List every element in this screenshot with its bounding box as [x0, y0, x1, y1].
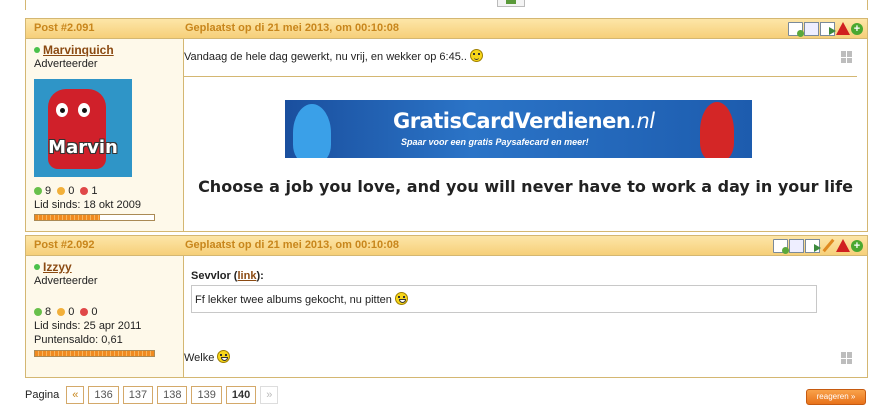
- current-page: 140: [225, 385, 257, 404]
- reputation: 8 0 0: [34, 306, 98, 318]
- smiley-icon: [217, 350, 231, 363]
- signature-banner[interactable]: GratisCardVerdienen.nl Spaar voor een gr…: [285, 100, 752, 158]
- banner-title-main: GratisCardVerdienen: [393, 109, 631, 133]
- author-name-text[interactable]: Marvinquich: [43, 43, 114, 57]
- author-role: Adverteerder: [34, 58, 98, 70]
- multiquote-icon[interactable]: [789, 238, 804, 253]
- windows-icon: [841, 352, 853, 364]
- activity-bar-fill: [35, 215, 101, 220]
- author-sidebar: Marvinquich Adverteerder Marvin 9 0 1 Li…: [26, 39, 184, 231]
- previous-post-bottom: [25, 0, 868, 10]
- online-status-icon: [34, 264, 40, 270]
- pagination: Pagina « 136 137 138 139 140 »: [25, 385, 282, 404]
- banner-title: GratisCardVerdienen.nl: [393, 109, 655, 133]
- author-sidebar: Izzyy Adverteerder 8 0 0 Lid sinds: 25 a…: [26, 256, 184, 377]
- author-name[interactable]: Izzyy: [34, 260, 72, 274]
- quote-text: Ff lekker twee albums gekocht, nu pitten: [195, 294, 392, 306]
- post-number[interactable]: Post #2.091: [34, 19, 95, 38]
- report-warning-icon[interactable]: [836, 239, 850, 252]
- report-warning-icon[interactable]: [836, 22, 850, 35]
- banner-mascot-blue: [293, 104, 331, 158]
- activity-bar: [34, 350, 155, 357]
- quote-link[interactable]: link: [237, 270, 256, 282]
- signature-text: Choose a job you love, and you will neve…: [184, 176, 867, 197]
- rep-red-count: 0: [91, 306, 98, 318]
- post-message: Vandaag de hele dag gewerkt, nu vrij, en…: [184, 49, 483, 63]
- member-since: Lid sinds: 25 apr 2011: [34, 320, 142, 332]
- forum-post: Post #2.092 Geplaatst op di 21 mei 2013,…: [25, 235, 868, 378]
- post-actions: +: [788, 21, 863, 37]
- member-since: Lid sinds: 18 okt 2009: [34, 199, 142, 211]
- previous-post-image: [497, 0, 525, 7]
- post-date: Geplaatst op di 21 mei 2013, om 00:10:08: [185, 239, 399, 251]
- page-link[interactable]: 138: [157, 385, 188, 404]
- post-message: Welke: [184, 350, 231, 364]
- windows-icon: [841, 51, 853, 63]
- post-content: Vandaag de hele dag gewerkt, nu vrij, en…: [184, 39, 867, 231]
- post-message-text: Vandaag de hele dag gewerkt, nu vrij, en…: [184, 51, 467, 63]
- post-header: Post #2.091 Geplaatst op di 21 mei 2013,…: [26, 19, 867, 39]
- banner-subtitle: Spaar voor een gratis Paysafecard en mee…: [401, 137, 589, 147]
- green-dot-icon: [34, 308, 42, 316]
- page-link[interactable]: 137: [122, 385, 154, 404]
- edit-pencil-icon[interactable]: [821, 239, 835, 253]
- avatar-eye: [78, 103, 90, 117]
- red-dot-icon: [80, 187, 89, 195]
- signature-divider: [184, 76, 857, 77]
- activity-bar: [34, 214, 155, 221]
- rep-green-count: 9: [45, 185, 52, 197]
- banner-title-tld: .nl: [630, 109, 655, 133]
- points-balance: Puntensaldo: 0,61: [34, 334, 123, 346]
- avatar-text: Marvin: [48, 137, 118, 158]
- signature-text-value: Choose a job you love, and you will neve…: [198, 177, 853, 196]
- yellow-dot-icon: [57, 308, 66, 316]
- yellow-dot-icon: [57, 187, 66, 195]
- quote-icon[interactable]: [820, 21, 836, 36]
- quote-header: Sevvlor (link):: [191, 270, 264, 282]
- reply-button[interactable]: reageren »: [806, 389, 866, 405]
- activity-bar-fill: [35, 351, 154, 356]
- rep-red-count: 1: [91, 185, 98, 197]
- author-role: Adverteerder: [34, 275, 98, 287]
- page-link[interactable]: 136: [88, 385, 119, 404]
- quote-icon[interactable]: [805, 238, 821, 253]
- author-name[interactable]: Marvinquich: [34, 43, 114, 57]
- banner-mascot-red: [700, 102, 734, 158]
- post-message-text: Welke: [184, 352, 215, 364]
- add-icon[interactable]: +: [851, 22, 863, 35]
- rep-green-count: 8: [45, 306, 52, 318]
- post-content: Sevvlor (link): Ff lekker twee albums ge…: [184, 256, 867, 377]
- quote-box: Ff lekker twee albums gekocht, nu pitten: [191, 285, 817, 313]
- page-link[interactable]: 139: [191, 385, 222, 404]
- smiley-icon: [394, 292, 408, 305]
- avatar-eye: [56, 103, 68, 117]
- reputation: 9 0 1: [34, 185, 98, 197]
- prev-page-button[interactable]: «: [66, 385, 85, 404]
- smiley-icon: [469, 49, 483, 62]
- add-icon[interactable]: +: [851, 239, 863, 252]
- multiquote-icon[interactable]: [804, 21, 819, 36]
- post-header: Post #2.092 Geplaatst op di 21 mei 2013,…: [26, 236, 867, 256]
- forum-post: Post #2.091 Geplaatst op di 21 mei 2013,…: [25, 18, 868, 232]
- red-dot-icon: [80, 308, 89, 316]
- pagination-label: Pagina: [25, 388, 60, 401]
- rep-yellow-count: 0: [68, 185, 75, 197]
- note-add-icon[interactable]: [773, 238, 789, 254]
- next-page-button: »: [260, 385, 279, 404]
- avatar: Marvin: [34, 79, 132, 177]
- author-name-text[interactable]: Izzyy: [43, 260, 72, 274]
- note-add-icon[interactable]: [788, 21, 804, 37]
- post-number[interactable]: Post #2.092: [34, 236, 95, 255]
- post-date: Geplaatst op di 21 mei 2013, om 00:10:08: [185, 22, 399, 34]
- online-status-icon: [34, 47, 40, 53]
- quote-author: Sevvlor: [191, 270, 231, 282]
- green-dot-icon: [34, 187, 42, 195]
- post-actions: +: [773, 238, 863, 254]
- rep-yellow-count: 0: [68, 306, 75, 318]
